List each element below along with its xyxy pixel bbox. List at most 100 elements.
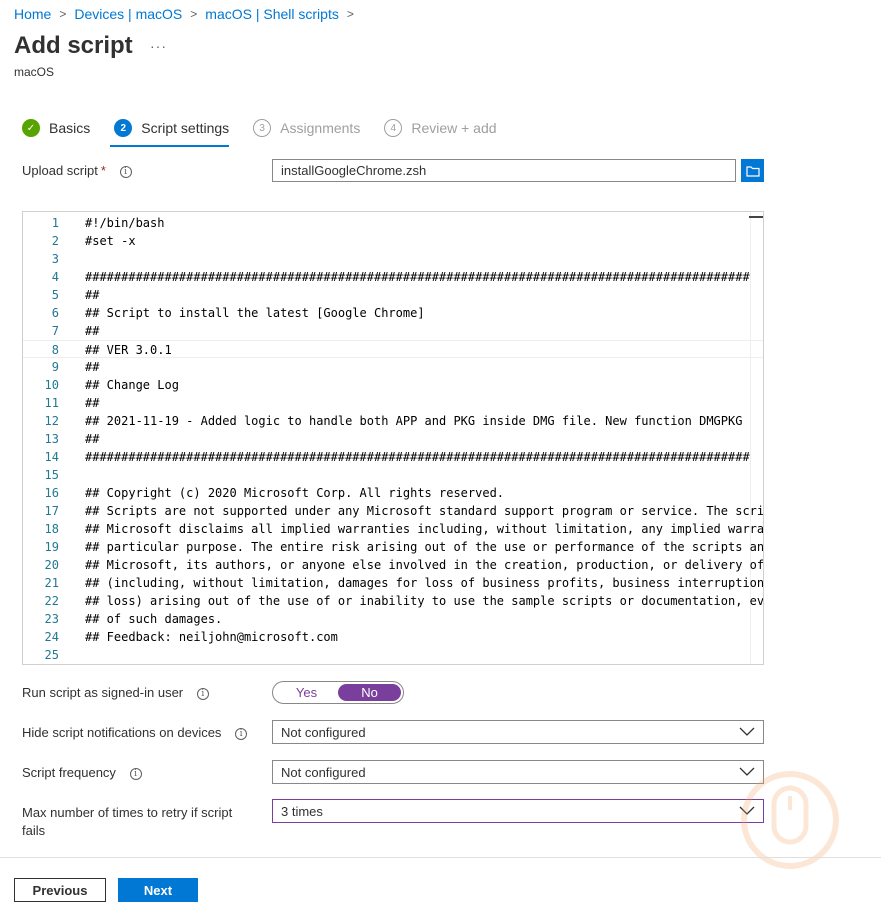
page-title: Add script (14, 32, 133, 59)
toggle-no-option[interactable]: No (338, 684, 401, 701)
code-line[interactable]: 7 ## (23, 322, 763, 340)
code-line[interactable]: 12 ## 2021-11-19 - Added logic to handle … (23, 412, 763, 430)
line-number: 19 (44, 540, 59, 554)
code-text: ## 2021-11-19 - Added logic to handle bo… (85, 414, 743, 428)
line-number: 23 (44, 612, 59, 626)
code-text: ## (85, 288, 100, 302)
line-number: 20 (44, 558, 59, 572)
breadcrumb-devices-macos[interactable]: Devices | macOS (74, 6, 182, 22)
code-line[interactable]: 24 ## Feedback: neiljohn@microsoft.com (23, 628, 763, 646)
browse-folder-button[interactable] (741, 159, 764, 182)
upload-script-input[interactable]: installGoogleChrome.zsh (272, 159, 736, 182)
hide-notifications-text: Hide script notifications on devices (22, 725, 222, 740)
step-script-settings[interactable]: 2 Script settings (110, 114, 230, 147)
checkmark-icon: ✓ (22, 119, 40, 137)
code-text: ########################################… (85, 450, 750, 464)
breadcrumb: Home > Devices | macOS > macOS | Shell s… (14, 6, 362, 22)
dropdown-value: 3 times (281, 803, 323, 819)
step-assignments[interactable]: 3 Assignments (253, 114, 360, 142)
run-as-user-text: Run script as signed-in user (22, 685, 184, 700)
line-number: 9 (51, 360, 59, 374)
breadcrumb-shell-scripts[interactable]: macOS | Shell scripts (205, 6, 339, 22)
line-number: 11 (44, 396, 59, 410)
code-text: #!/bin/bash (85, 216, 165, 230)
active-step-indicator (110, 145, 230, 147)
run-as-user-label: Run script as signed-in user i (22, 685, 209, 700)
line-number: 15 (44, 468, 59, 482)
code-text: ########################################… (85, 270, 750, 284)
code-line[interactable]: 17 ## Scripts are not supported under any… (23, 502, 763, 520)
code-text: ## (85, 324, 100, 338)
line-number: 7 (51, 324, 59, 338)
line-number: 18 (44, 522, 59, 536)
code-line[interactable]: 9 ## (23, 358, 763, 376)
code-line[interactable]: 22 ## loss) arising out of the use of or … (23, 592, 763, 610)
step-label: Assignments (280, 120, 361, 136)
code-line[interactable]: 16 ## Copyright (c) 2020 Microsoft Corp. … (23, 484, 763, 502)
code-line[interactable]: 4 #######################################… (23, 268, 763, 286)
code-text: #set -x (85, 234, 136, 248)
required-marker: * (100, 163, 106, 178)
max-retries-dropdown[interactable]: 3 times (272, 799, 764, 823)
code-line[interactable]: 5 ## (23, 286, 763, 304)
previous-button[interactable]: Previous (14, 878, 106, 902)
line-number: 14 (44, 450, 59, 464)
line-number: 24 (44, 630, 59, 644)
script-frequency-text: Script frequency (22, 765, 116, 780)
code-line[interactable]: 13 ## (23, 430, 763, 448)
step-review-add[interactable]: 4 Review + add (384, 114, 497, 142)
code-line[interactable]: 18 ## Microsoft disclaims all implied war… (23, 520, 764, 538)
code-line[interactable]: 23 ## of such damages. (23, 610, 763, 628)
wizard-steps: ✓ Basics 2 Script settings 3 Assignments… (22, 114, 521, 147)
line-number: 25 (44, 648, 59, 662)
code-text: ## Microsoft, its authors, or anyone els… (85, 558, 764, 572)
code-line[interactable]: 14 ######################################… (23, 448, 763, 466)
script-frequency-label: Script frequency i (22, 765, 142, 780)
line-number: 3 (51, 252, 59, 266)
chevron-down-icon (739, 727, 755, 736)
script-editor[interactable]: 1 #!/bin/bash 2 #set -x 3 4 ##################… (22, 211, 764, 665)
dropdown-value: Not configured (281, 724, 366, 740)
code-line[interactable]: 20 ## Microsoft, its authors, or anyone e… (23, 556, 764, 574)
code-line[interactable]: 3 (23, 250, 763, 268)
code-line[interactable]: 25 (23, 646, 763, 664)
line-number: 10 (44, 378, 59, 392)
line-number: 21 (44, 576, 59, 590)
info-icon[interactable]: i (235, 727, 248, 740)
step-number: 2 (114, 119, 133, 137)
hide-notifications-dropdown[interactable]: Not configured (272, 720, 764, 744)
step-label: Script settings (141, 120, 230, 136)
code-line[interactable]: 10 ## Change Log (23, 376, 763, 394)
code-line[interactable]: 6 ## Script to install the latest [Google… (23, 304, 763, 322)
code-line[interactable]: 21 ## (including, without limitation, dam… (23, 574, 763, 592)
line-number: 4 (51, 270, 59, 284)
script-frequency-dropdown[interactable]: Not configured (272, 760, 764, 784)
run-as-user-toggle[interactable]: Yes No (272, 681, 404, 704)
line-number: 16 (44, 486, 59, 500)
code-line[interactable]: 11 ## (23, 394, 763, 412)
breadcrumb-home[interactable]: Home (14, 6, 51, 22)
line-number: 17 (44, 504, 59, 518)
next-button[interactable]: Next (118, 878, 198, 902)
folder-icon (745, 165, 760, 177)
code-line[interactable]: 1 #!/bin/bash (23, 214, 763, 232)
info-icon[interactable]: i (196, 687, 209, 700)
info-icon[interactable]: i (119, 165, 132, 178)
code-line[interactable]: 2 #set -x (23, 232, 763, 250)
more-options-icon[interactable]: ··· (150, 38, 167, 54)
max-retries-text-line2: fails (22, 823, 46, 838)
step-basics[interactable]: ✓ Basics (22, 114, 90, 142)
info-icon[interactable]: i (129, 767, 142, 780)
code-line[interactable]: 15 (23, 466, 763, 484)
line-number: 12 (44, 414, 59, 428)
upload-script-text: Upload script (22, 163, 98, 178)
code-text: ## Microsoft disclaims all implied warra… (85, 522, 764, 536)
hide-notifications-label: Hide script notifications on devices i (22, 725, 248, 740)
code-line[interactable]: 19 ## particular purpose. The entire risk… (23, 538, 763, 556)
step-label: Review + add (411, 120, 497, 136)
toggle-yes-option[interactable]: Yes (275, 684, 338, 701)
chevron-right-icon: > (346, 7, 354, 21)
line-number: 6 (51, 306, 59, 320)
chevron-right-icon: > (59, 7, 67, 21)
code-line[interactable]: 8 ## VER 3.0.1 (23, 340, 763, 358)
